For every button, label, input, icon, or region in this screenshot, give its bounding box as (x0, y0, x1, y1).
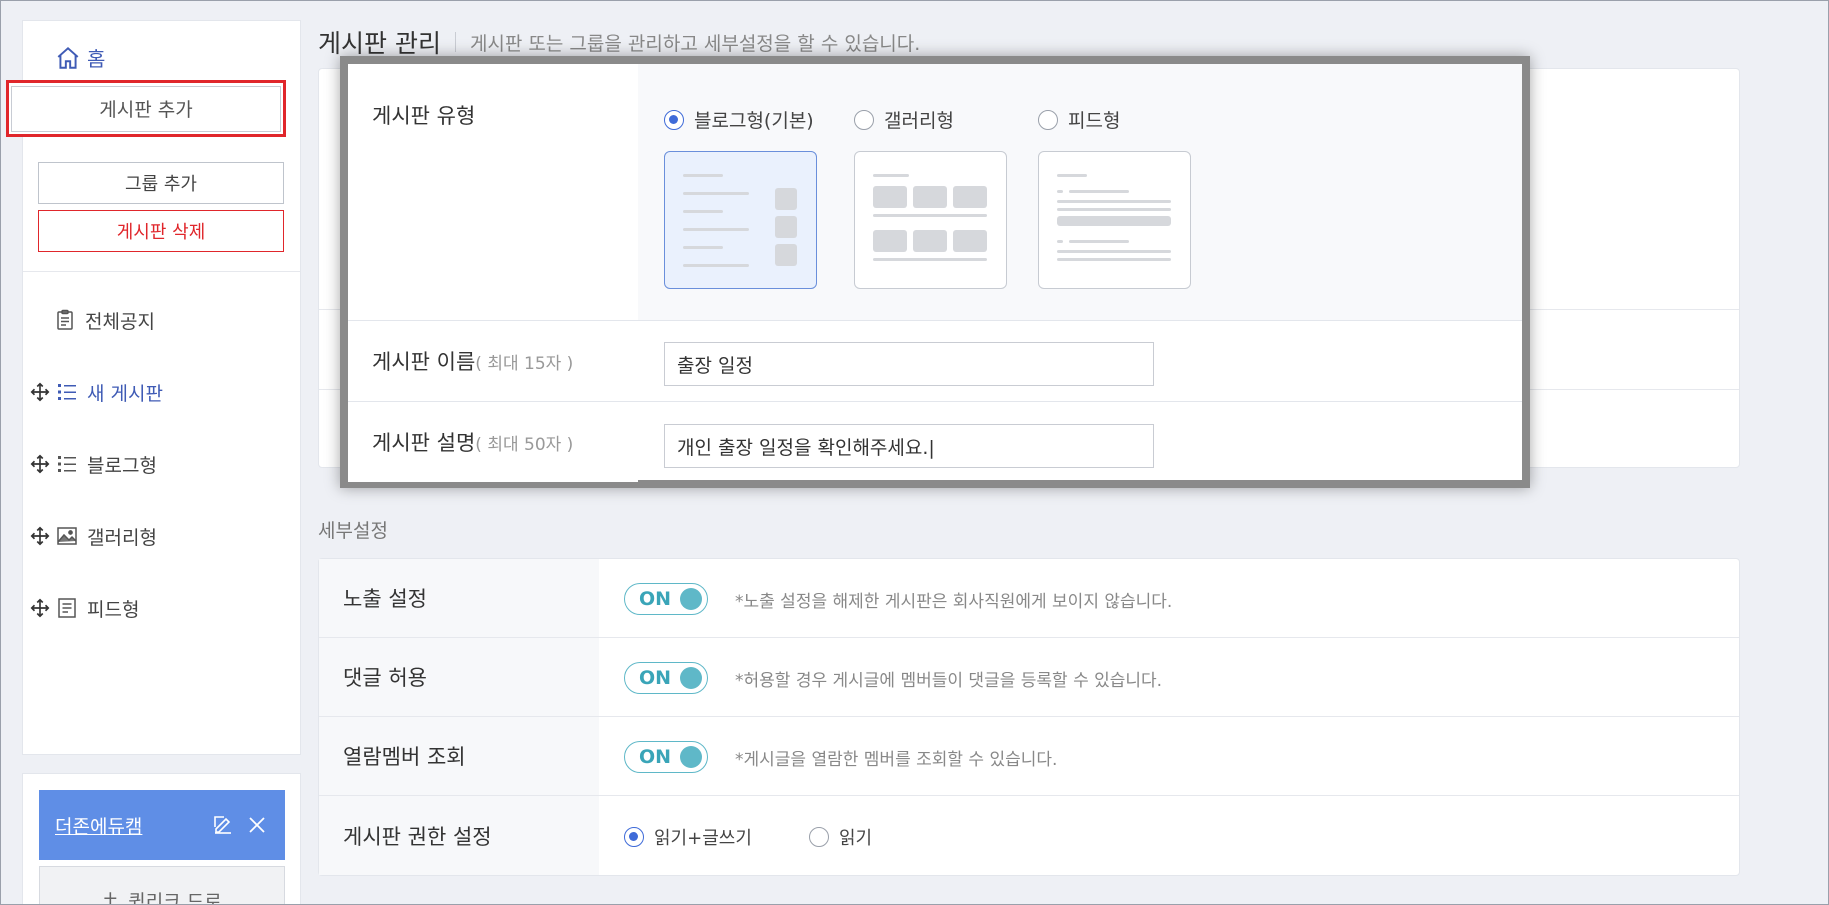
sidebar-item-gallery[interactable]: 갤러리형 (29, 521, 157, 551)
group-name-link[interactable]: 더존에듀캠 (55, 812, 201, 839)
detail-settings-card: 노출 설정 ON *노출 설정을 해제한 게시판은 회사직원에게 보이지 않습니… (318, 558, 1740, 876)
sidebar-item-new-board[interactable]: 새 게시판 (29, 377, 163, 407)
move-handle-icon[interactable] (29, 381, 51, 403)
radio-unchecked[interactable] (854, 109, 874, 130)
setting-label: 댓글 허용 (319, 638, 599, 716)
setting-row-readers: 열람멤버 조회 ON *게시글을 열람한 멤버를 조회할 수 있습니다. (319, 717, 1739, 796)
radio-checked[interactable] (664, 109, 684, 130)
page-header: 게시판 관리 게시판 또는 그룹을 관리하고 세부설정을 할 수 있습니다. (318, 24, 920, 60)
delete-board-button[interactable]: 게시판 삭제 (38, 210, 284, 252)
setting-label: 노출 설정 (319, 559, 599, 637)
move-handle-icon[interactable] (29, 597, 51, 619)
add-board-highlight: 게시판 추가 (6, 80, 286, 137)
move-handle-icon[interactable] (29, 525, 51, 547)
toggle-text: ON (639, 588, 672, 610)
sidebar-item-label: 블로그형 (87, 454, 157, 477)
sidebar-item-label: 피드형 (87, 598, 140, 621)
toggle-text: ON (639, 667, 672, 689)
type-radio-feed[interactable]: 피드형 (1038, 106, 1120, 133)
board-type-label-text: 게시판 유형 (372, 104, 476, 128)
setting-note: *게시글을 열람한 멤버를 조회할 수 있습니다. (735, 750, 1058, 770)
toggle-text: ON (639, 746, 672, 768)
page-title: 게시판 관리 (318, 29, 441, 58)
quick-drop-area[interactable]: + 퀵리크 드로 (39, 866, 285, 905)
list-icon (58, 456, 76, 472)
radio-checked[interactable] (624, 827, 644, 847)
sidebar-item-blog[interactable]: 블로그형 (29, 449, 157, 479)
exposure-toggle[interactable]: ON (624, 583, 708, 615)
header-separator (454, 32, 456, 52)
type-radio-label: 블로그형(기본) (694, 110, 814, 132)
home-link[interactable]: 홈 (55, 43, 105, 72)
group-header: 더존에듀캠 (39, 790, 285, 860)
board-name-input[interactable]: 출장 일정 (664, 342, 1154, 386)
type-radio-blog[interactable]: 블로그형(기본) (664, 106, 814, 133)
add-group-button[interactable]: 그룹 추가 (38, 162, 284, 204)
sidebar-divider (23, 271, 300, 272)
detail-section-title: 세부설정 (318, 520, 388, 542)
radio-unchecked[interactable] (809, 827, 829, 847)
permission-radio-read[interactable]: 읽기 (809, 824, 872, 850)
permission-label: 읽기 (839, 828, 873, 849)
document-icon (58, 598, 76, 618)
sidebar-item-feed[interactable]: 피드형 (29, 593, 139, 623)
group-card: 더존에듀캠 + 퀵리크 드로 (22, 773, 301, 905)
board-desc-label-text: 게시판 설명 (372, 431, 476, 455)
readers-toggle[interactable]: ON (624, 741, 708, 773)
sidebar-item-all-notice[interactable]: 전체공지 (53, 305, 155, 335)
board-type-panel: 게시판 유형 블로그형(기본) 갤러리형 피드형 게시판 이름 (최대 15자… (340, 56, 1530, 488)
board-type-label: 게시판 유형 (348, 64, 638, 320)
setting-row-comments: 댓글 허용 ON *허용할 경우 게시글에 멤버들이 댓글을 등록할 수 있습니… (319, 638, 1739, 717)
close-icon[interactable] (245, 813, 269, 837)
board-desc-label: 게시판 설명 ( 최대 50자 ) (348, 402, 638, 482)
setting-label: 열람멤버 조회 (319, 717, 599, 795)
plus-icon: + (102, 887, 119, 905)
type-radio-label: 피드형 (1068, 110, 1121, 132)
edit-icon[interactable] (211, 813, 235, 837)
board-desc-input[interactable]: 개인 출장 일정을 확인해주세요.| (664, 424, 1154, 468)
list-icon (58, 384, 76, 400)
board-desc-hint: ( 최대 50자 ) (475, 434, 574, 455)
setting-label: 게시판 권한 설정 (319, 796, 599, 875)
feed-layout-preview[interactable] (1038, 151, 1191, 289)
sidebar-item-label: 전체공지 (85, 310, 155, 333)
quick-drop-label: 퀵리크 드로 (128, 891, 222, 905)
setting-row-permission: 게시판 권한 설정 읽기+글쓰기 읽기 (319, 796, 1739, 875)
board-name-label: 게시판 이름 ( 최대 15자 ) (348, 321, 638, 401)
type-radio-label: 갤러리형 (884, 110, 954, 132)
permission-label: 읽기+글쓰기 (654, 828, 752, 849)
add-board-button[interactable]: 게시판 추가 (11, 85, 281, 132)
toggle-knob (680, 667, 702, 689)
type-radio-gallery[interactable]: 갤러리형 (854, 106, 954, 133)
clipboard-icon (57, 309, 73, 330)
permission-radio-readwrite[interactable]: 읽기+글쓰기 (624, 824, 752, 850)
setting-row-exposure: 노출 설정 ON *노출 설정을 해제한 게시판은 회사직원에게 보이지 않습니… (319, 559, 1739, 638)
board-type-field: 블로그형(기본) 갤러리형 피드형 (638, 64, 1522, 320)
comments-toggle[interactable]: ON (624, 662, 708, 694)
toggle-knob (680, 746, 702, 768)
sidebar-item-label: 갤러리형 (87, 526, 157, 549)
setting-note: *노출 설정을 해제한 게시판은 회사직원에게 보이지 않습니다. (735, 592, 1173, 612)
toggle-knob (680, 588, 702, 610)
board-name-hint: ( 최대 15자 ) (475, 353, 574, 374)
board-name-label-text: 게시판 이름 (372, 350, 476, 374)
radio-unchecked[interactable] (1038, 109, 1058, 130)
image-icon (57, 527, 77, 545)
setting-note: *허용할 경우 게시글에 멤버들이 댓글을 등록할 수 있습니다. (735, 671, 1163, 691)
home-icon (57, 46, 79, 69)
sidebar-item-label: 새 게시판 (87, 382, 163, 405)
home-label: 홈 (87, 47, 106, 71)
blog-layout-preview[interactable] (664, 151, 817, 289)
move-handle-icon[interactable] (29, 453, 51, 475)
page-description: 게시판 또는 그룹을 관리하고 세부설정을 할 수 있습니다. (469, 32, 921, 55)
gallery-layout-preview[interactable] (854, 151, 1007, 289)
